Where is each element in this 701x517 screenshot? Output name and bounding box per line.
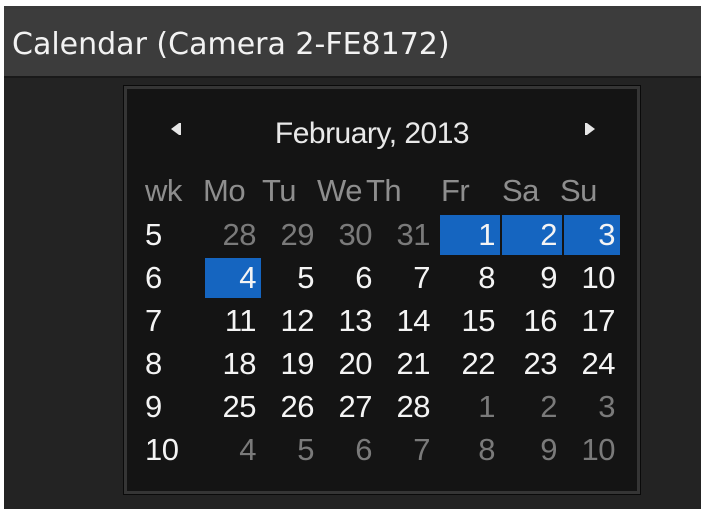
day-cell[interactable]: 7 — [379, 258, 435, 298]
day-cell[interactable]: 6 — [321, 258, 377, 298]
weekday-header: Fr — [441, 173, 470, 208]
date-picker: February, 2013 wk Mo Tu We Th Fr Sa Su 5 28 29 30 31… — [124, 86, 640, 494]
day-cell-other-month[interactable]: 8 — [440, 430, 500, 470]
week-number: 9 — [145, 389, 162, 424]
week-row: 10 4 5 6 7 8 9 10 — [127, 430, 637, 470]
day-cell[interactable]: 16 — [502, 301, 562, 341]
week-number: 10 — [145, 432, 179, 467]
week-row: 7 11 12 13 14 15 16 17 — [127, 301, 637, 341]
window-title: Calendar (Camera 2-FE8172) — [12, 27, 450, 62]
day-cell-other-month[interactable]: 30 — [321, 215, 377, 255]
weekday-header: Mo — [203, 173, 246, 208]
day-cell-other-month[interactable]: 1 — [440, 387, 500, 427]
week-row: 5 28 29 30 31 1 2 3 — [127, 215, 637, 255]
day-cell[interactable]: 22 — [440, 344, 500, 384]
day-cell[interactable]: 23 — [502, 344, 562, 384]
month-label: February, 2013 — [274, 117, 470, 150]
day-cell[interactable]: 14 — [379, 301, 435, 341]
weekday-header: Su — [560, 173, 597, 208]
day-cell[interactable]: 10 — [564, 258, 620, 298]
day-cell-other-month[interactable]: 6 — [321, 430, 377, 470]
week-number: 8 — [145, 346, 162, 381]
month-header: February, 2013 — [127, 117, 637, 153]
day-cell[interactable]: 13 — [321, 301, 377, 341]
day-cell[interactable]: 19 — [263, 344, 319, 384]
day-cell[interactable]: 20 — [321, 344, 377, 384]
day-cell-other-month[interactable]: 29 — [263, 215, 319, 255]
day-cell-other-month[interactable]: 5 — [263, 430, 319, 470]
weekday-header-row: wk Mo Tu We Th Fr Sa Su — [127, 171, 637, 211]
weekday-header: Tu — [262, 173, 297, 208]
day-cell-selected[interactable]: 4 — [205, 258, 261, 298]
week-number: 6 — [145, 260, 162, 295]
window-title-bar: Calendar (Camera 2-FE8172) — [4, 9, 701, 78]
day-cell[interactable]: 27 — [321, 387, 377, 427]
weekday-header: Th — [366, 173, 402, 208]
day-cell-other-month[interactable]: 9 — [502, 430, 562, 470]
week-row: 9 25 26 27 28 1 2 3 — [127, 387, 637, 427]
day-cell-other-month[interactable]: 31 — [379, 215, 435, 255]
day-cell[interactable]: 17 — [564, 301, 620, 341]
weekday-header: We — [317, 173, 362, 208]
day-cell-other-month[interactable]: 3 — [564, 387, 620, 427]
day-cell-other-month[interactable]: 28 — [205, 215, 261, 255]
day-cell[interactable]: 8 — [440, 258, 500, 298]
calendar-window: Calendar (Camera 2-FE8172) February, 201… — [4, 6, 701, 509]
day-cell-selected[interactable]: 2 — [502, 215, 562, 255]
day-cell-other-month[interactable]: 10 — [564, 430, 620, 470]
next-month-icon[interactable] — [585, 123, 595, 135]
day-cell[interactable]: 25 — [205, 387, 261, 427]
day-cell-other-month[interactable]: 2 — [502, 387, 562, 427]
week-row: 8 18 19 20 21 22 23 24 — [127, 344, 637, 384]
day-cell-selected[interactable]: 1 — [440, 215, 500, 255]
day-cell[interactable]: 18 — [205, 344, 261, 384]
week-row: 6 4 5 6 7 8 9 10 — [127, 258, 637, 298]
day-cell[interactable]: 28 — [379, 387, 435, 427]
day-cell[interactable]: 11 — [205, 301, 261, 341]
day-cell-other-month[interactable]: 7 — [379, 430, 435, 470]
day-cell[interactable]: 24 — [564, 344, 620, 384]
day-cell[interactable]: 26 — [263, 387, 319, 427]
day-cell[interactable]: 15 — [440, 301, 500, 341]
week-number-header: wk — [145, 173, 182, 208]
weekday-header: Sa — [502, 173, 539, 208]
week-number: 7 — [145, 303, 162, 338]
week-number: 5 — [145, 217, 162, 252]
day-cell[interactable]: 5 — [263, 258, 319, 298]
previous-month-icon[interactable] — [171, 123, 181, 135]
day-cell[interactable]: 12 — [263, 301, 319, 341]
day-cell-other-month[interactable]: 4 — [205, 430, 261, 470]
day-cell[interactable]: 21 — [379, 344, 435, 384]
day-cell[interactable]: 9 — [502, 258, 562, 298]
day-cell-selected[interactable]: 3 — [564, 215, 620, 255]
